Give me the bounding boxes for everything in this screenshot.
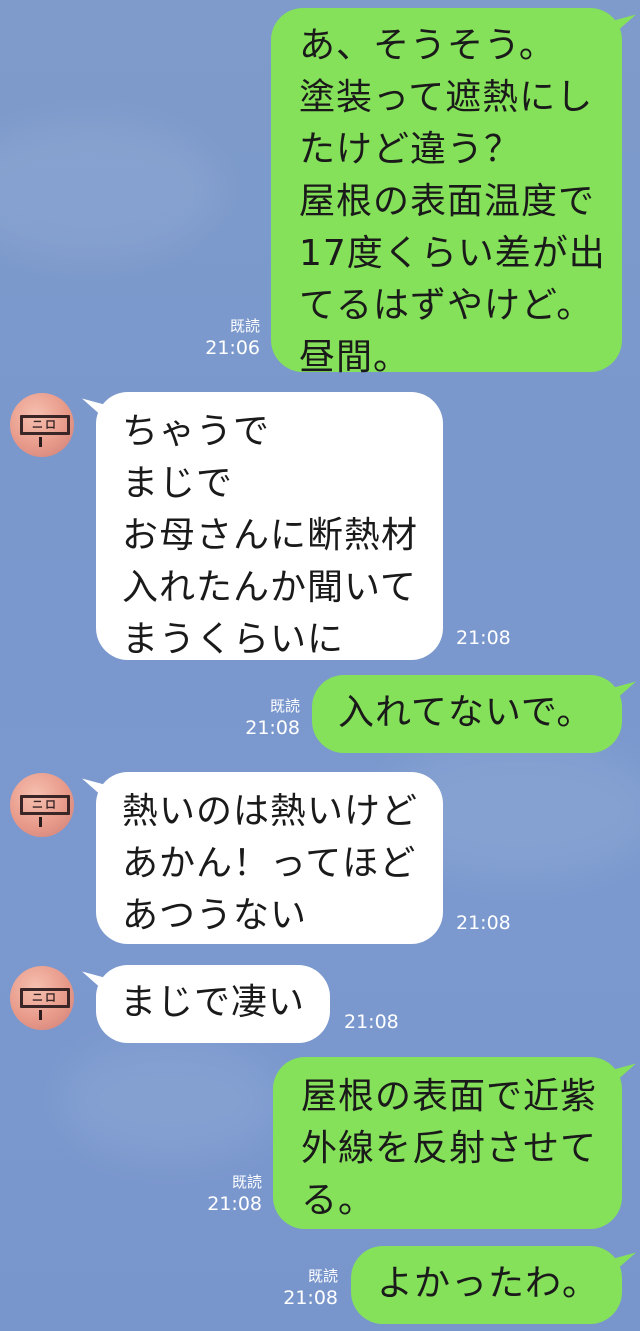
incoming-message[interactable]: ちゃうで まじで お母さんに断熱材 入れたんか聞いて まうくらいに: [96, 392, 443, 660]
outgoing-message[interactable]: 屋根の表面で近紫 外線を反射させて る。: [273, 1057, 622, 1229]
avatar[interactable]: ニロ: [10, 966, 74, 1030]
outgoing-message[interactable]: 入れてないで。: [312, 675, 622, 753]
outgoing-message[interactable]: あ、そうそう。 塗装って遮熱にし たけど違う？ 屋根の表面温度で 17度くらい差…: [271, 8, 622, 378]
read-receipt: 既読: [231, 1173, 262, 1191]
avatar-figure-icon: [39, 817, 42, 827]
message-time: 21:08: [207, 1193, 262, 1215]
message-meta: 既読 21:08: [186, 1172, 262, 1216]
read-receipt: 既読: [229, 317, 260, 335]
message-time: 21:06: [205, 337, 260, 359]
outgoing-message[interactable]: よかったわ。: [351, 1246, 622, 1324]
message-time: 21:08: [283, 1287, 338, 1309]
message-time: 21:08: [456, 627, 511, 649]
avatar-logo-text: ニロ: [20, 415, 70, 435]
message-meta: 既読 21:06: [180, 316, 260, 360]
incoming-message[interactable]: まじで凄い: [96, 965, 330, 1043]
avatar-figure-icon: [39, 437, 42, 447]
message-time: 21:08: [245, 717, 300, 739]
read-receipt: 既読: [307, 1267, 338, 1285]
message-time: 21:08: [344, 1011, 399, 1033]
message-meta: 既読 21:08: [220, 696, 300, 740]
avatar-logo-text: ニロ: [20, 988, 70, 1008]
incoming-message[interactable]: 熱いのは熱いけど あかん！ってほど あつうない: [96, 772, 443, 944]
message-meta: 既読 21:08: [260, 1266, 338, 1310]
message-time: 21:08: [456, 912, 511, 934]
avatar[interactable]: ニロ: [10, 393, 74, 457]
avatar-logo-text: ニロ: [20, 795, 70, 815]
avatar-figure-icon: [39, 1010, 42, 1020]
read-receipt: 既読: [269, 697, 300, 715]
avatar[interactable]: ニロ: [10, 773, 74, 837]
